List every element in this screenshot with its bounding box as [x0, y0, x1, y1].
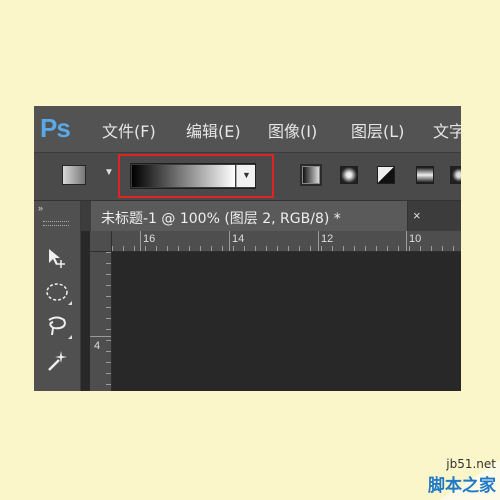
gradient-tool-preset-icon[interactable] [62, 165, 86, 185]
ruler-label: 4 [94, 340, 101, 352]
marquee-tool-icon[interactable] [40, 277, 74, 307]
radial-gradient-icon[interactable] [340, 166, 358, 184]
menu-edit[interactable]: 编辑(E) [186, 118, 241, 142]
panel-grip[interactable] [43, 221, 69, 226]
menu-file[interactable]: 文件(F) [102, 118, 156, 142]
ruler-label: 12 [321, 233, 334, 245]
document-canvas[interactable] [112, 252, 461, 391]
close-icon[interactable]: × [413, 208, 421, 223]
collapse-panel-icon[interactable]: » [38, 203, 43, 213]
menu-type[interactable]: 文字 [433, 118, 461, 142]
ruler-minor-ticks [112, 246, 461, 251]
reflected-gradient-icon[interactable] [416, 166, 434, 184]
document-tab-bar: 未标题-1 @ 100% (图层 2, RGB/8) * × [81, 201, 461, 231]
options-bar: ▼ ▼ [34, 153, 461, 201]
ruler-origin[interactable] [90, 231, 112, 252]
ruler-label: 16 [143, 233, 156, 245]
photoshop-window: Ps 文件(F) 编辑(E) 图像(I) 图层(L) 文字 ▼ ▼ » 未标题-… [34, 106, 461, 391]
horizontal-ruler[interactable]: 16 14 12 10 [90, 231, 461, 252]
chevron-down-icon[interactable]: ▼ [104, 167, 114, 178]
tools-panel: » [34, 201, 81, 391]
move-tool-icon[interactable] [40, 243, 74, 273]
menu-layer[interactable]: 图层(L) [351, 118, 404, 142]
vertical-ruler[interactable]: 4 [90, 252, 112, 391]
gradient-picker[interactable]: ▼ [130, 163, 256, 189]
angle-gradient-icon[interactable] [377, 166, 395, 184]
menu-bar: Ps 文件(F) 编辑(E) 图像(I) 图层(L) 文字 [34, 106, 461, 153]
gradient-dropdown-button[interactable]: ▼ [236, 165, 255, 187]
watermark-site: jb51.net [446, 457, 496, 471]
app-logo: Ps [40, 113, 71, 143]
diamond-gradient-icon[interactable] [450, 166, 461, 184]
menu-image[interactable]: 图像(I) [268, 118, 317, 142]
ruler-label: 14 [232, 233, 245, 245]
watermark: jb51.net 脚本之家 [428, 457, 496, 496]
ruler-minor-ticks [106, 252, 111, 391]
linear-gradient-icon[interactable] [300, 164, 322, 186]
document-title: 未标题-1 @ 100% (图层 2, RGB/8) * [101, 211, 341, 227]
document-tab[interactable]: 未标题-1 @ 100% (图层 2, RGB/8) * [91, 201, 408, 231]
gradient-preview-swatch[interactable] [132, 165, 235, 187]
magic-wand-tool-icon[interactable] [40, 345, 74, 375]
chevron-down-icon: ▼ [242, 170, 251, 180]
watermark-name: 脚本之家 [428, 476, 496, 496]
ruler-label: 10 [409, 233, 422, 245]
lasso-tool-icon[interactable] [40, 311, 74, 341]
